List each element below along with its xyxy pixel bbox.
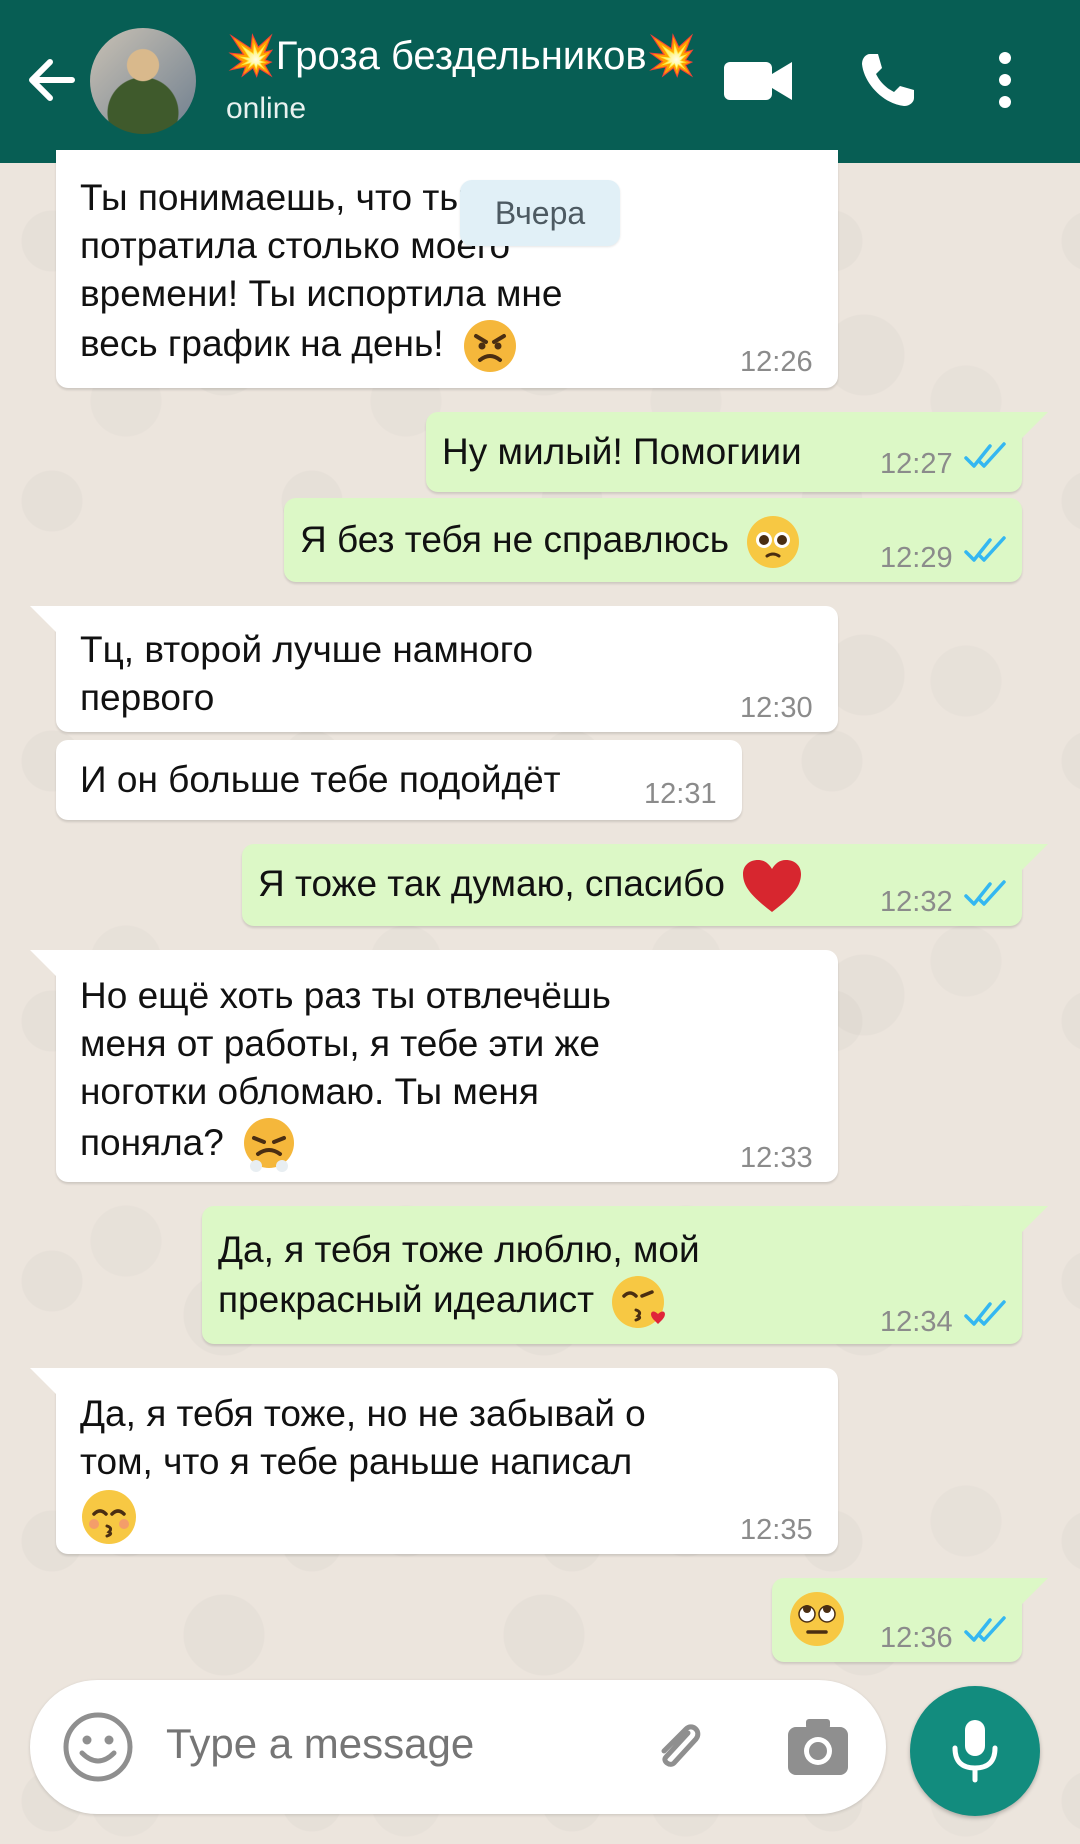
message-outgoing[interactable]: Я тоже так думаю, спасибо 12:32 [242,844,1048,926]
message-outgoing[interactable]: 12:36 [772,1578,1048,1662]
kiss-face-icon [612,1276,666,1328]
message-time: 12:34 [880,1306,953,1338]
message-outgoing[interactable]: Ну милый! Помогиии 12:27 [426,412,1048,492]
contact-status: online [226,92,307,125]
contact-avatar[interactable] [90,28,196,134]
message-incoming[interactable]: Тц, второй лучше намного первого 12:30 [30,606,838,732]
message-line: Я без тебя не справлюсь [300,518,730,560]
red-heart-icon [743,860,802,912]
bubble-tail [1018,1578,1048,1604]
message-line: И он больше тебе подойдёт [80,759,561,800]
pleading-face-icon [747,516,800,568]
message-line: Но ещё хоть раз ты отвлечёшь [80,975,611,1016]
camera-icon[interactable] [782,1711,854,1783]
contact-name[interactable]: 💥Гроза бездельников💥 [226,32,696,79]
message-line: прекрасный идеалист [218,1278,595,1320]
chat-header: 💥Гроза бездельников💥 online [0,0,1080,163]
angry-face-icon [463,320,516,372]
bubble-tail [1018,844,1048,870]
message-input[interactable] [166,1720,546,1768]
message-time: 12:30 [740,692,813,724]
voice-call-icon[interactable] [856,48,920,112]
read-receipt-icon [964,1300,1006,1326]
read-receipt-icon [964,536,1006,562]
message-time: 12:29 [880,542,953,574]
message-line: меня от работы, я тебе эти же [80,1023,600,1064]
more-options-icon[interactable] [990,48,1020,112]
read-receipt-icon [964,880,1006,906]
kissing-smiling-eyes-face-icon [82,1490,136,1544]
message-incoming[interactable]: Но ещё хоть раз ты отвлечёшь меня от раб… [30,950,838,1182]
read-receipt-icon [964,1616,1006,1642]
message-incoming[interactable]: Да, я тебя тоже, но не забывай о том, чт… [30,1368,838,1554]
message-line: Ну милый! Помогиии [442,431,802,472]
message-line: весь график на день! [80,322,444,364]
message-line: Тц, второй лучше намного [80,629,534,670]
message-line: ноготки обломаю. Ты меня [80,1071,539,1112]
message-line: Да, я тебя тоже люблю, мой [218,1229,700,1270]
date-divider: Вчера [460,180,620,246]
message-time: 12:32 [880,886,953,918]
microphone-icon [952,1720,998,1783]
bubble-tail [1018,412,1048,438]
eye-roll-face-icon [790,1592,844,1646]
voice-record-button[interactable] [910,1686,1040,1816]
message-line: времени! Ты испортила мне [80,273,563,314]
message-time: 12:31 [644,778,717,810]
message-time: 12:26 [740,346,813,378]
message-input-bar [30,1680,886,1814]
message-line: том, что я тебе раньше написал [80,1441,633,1482]
message-line: поняла? [80,1121,224,1163]
message-outgoing[interactable]: Да, я тебя тоже люблю, мой прекрасный ид… [202,1206,1048,1344]
read-receipt-icon [964,442,1006,468]
message-time: 12:35 [740,1514,813,1546]
steam-nose-face-icon [244,1118,295,1172]
message-line: первого [80,677,215,718]
message-time: 12:27 [880,448,953,480]
message-incoming[interactable]: И он больше тебе подойдёт 12:31 [56,740,742,820]
message-time: 12:33 [740,1142,813,1174]
message-line: Да, я тебя тоже, но не забывай о [80,1393,646,1434]
bubble-tail [30,606,60,632]
message-incoming[interactable]: Ты понимаешь, что ты потратила столько м… [56,150,838,388]
message-line: Я тоже так думаю, спасибо [258,862,725,904]
message-outgoing[interactable]: Я без тебя не справлюсь 12:29 [284,498,1022,582]
video-call-icon[interactable] [722,48,794,112]
message-time: 12:36 [880,1622,953,1654]
emoji-icon[interactable] [62,1711,134,1783]
back-arrow-icon[interactable] [24,50,80,110]
bubble-tail [1018,1206,1048,1232]
bubble-tail [30,950,60,976]
bubble-tail [30,1368,60,1394]
attach-icon[interactable] [642,1711,714,1783]
